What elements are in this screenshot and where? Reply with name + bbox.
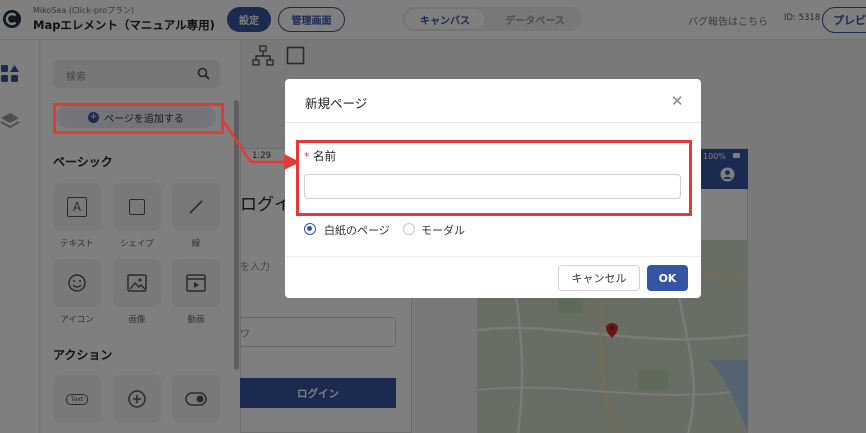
divider xyxy=(285,256,701,257)
ok-button[interactable]: OK xyxy=(647,265,688,291)
annotation-arrow-icon xyxy=(222,121,300,170)
radio-blank-page[interactable] xyxy=(304,223,316,235)
cancel-button[interactable]: キャンセル xyxy=(558,265,640,291)
close-icon[interactable]: ✕ xyxy=(671,92,684,110)
radio-modal[interactable] xyxy=(403,223,415,235)
radio-blank-page-label[interactable]: 白紙のページ xyxy=(324,222,390,238)
divider xyxy=(285,122,701,123)
dialog-title: 新規ページ xyxy=(305,96,368,111)
highlight-name-field xyxy=(296,140,692,216)
highlight-add-page xyxy=(53,103,224,134)
radio-modal-label[interactable]: モーダル xyxy=(421,222,465,238)
app-screen: MikoSea (Click-proプラン) Mapエレメント（マニュアル専用)… xyxy=(0,0,866,433)
